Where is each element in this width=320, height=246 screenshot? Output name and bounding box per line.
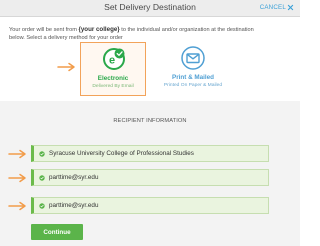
intro-text: Your order will be sent from {your colle… [9, 26, 294, 42]
e-delivery-check-icon: e [103, 48, 125, 70]
svg-text:e: e [109, 55, 115, 67]
check-circle-icon [39, 202, 45, 209]
college-placeholder: {your college} [78, 26, 120, 33]
recipient-email-field[interactable]: parttime@syr.edu [31, 169, 269, 186]
intro-line2: below. Select a delivery method for your… [9, 35, 123, 41]
dialog-title: Set Delivery Destination [104, 2, 196, 12]
arrow-icon [57, 62, 75, 72]
check-circle-icon [39, 174, 45, 181]
recipient-organization-field[interactable]: Syracuse University College of Professio… [31, 145, 269, 162]
cancel-button[interactable]: CANCEL [260, 4, 294, 11]
cancel-label: CANCEL [259, 4, 286, 11]
delivery-option-print-mailed[interactable]: Print & Mailed Printed On Paper & Mailed [160, 42, 226, 96]
intro-prefix: Your order will be sent from [9, 27, 77, 33]
option-label: Print & Mailed [172, 74, 214, 81]
field-value: parttime@syr.edu [49, 174, 99, 181]
check-circle-icon [39, 150, 45, 157]
arrow-icon [8, 201, 26, 211]
field-value: Syracuse University College of Professio… [49, 150, 194, 157]
dialog-header: Set Delivery Destination CANCEL [0, 0, 300, 17]
close-icon [287, 4, 294, 11]
recipient-confirm-email-field[interactable]: parttime@syr.edu [31, 197, 269, 214]
option-sublabel: Delivered By Email [92, 84, 134, 89]
recipient-title: RECIPIENT INFORMATION [113, 118, 187, 124]
option-sublabel: Printed On Paper & Mailed [163, 83, 223, 88]
field-value: parttime@syr.edu [49, 202, 99, 209]
continue-button[interactable]: Continue [31, 224, 83, 240]
envelope-icon [181, 46, 205, 70]
arrow-icon [8, 149, 26, 159]
delivery-option-electronic[interactable]: e Electronic Delivered By Email [80, 42, 146, 96]
intro-line1-suffix: to the individual and/or organization at… [121, 27, 254, 33]
option-label: Electronic [97, 75, 129, 82]
arrow-icon [8, 173, 26, 183]
